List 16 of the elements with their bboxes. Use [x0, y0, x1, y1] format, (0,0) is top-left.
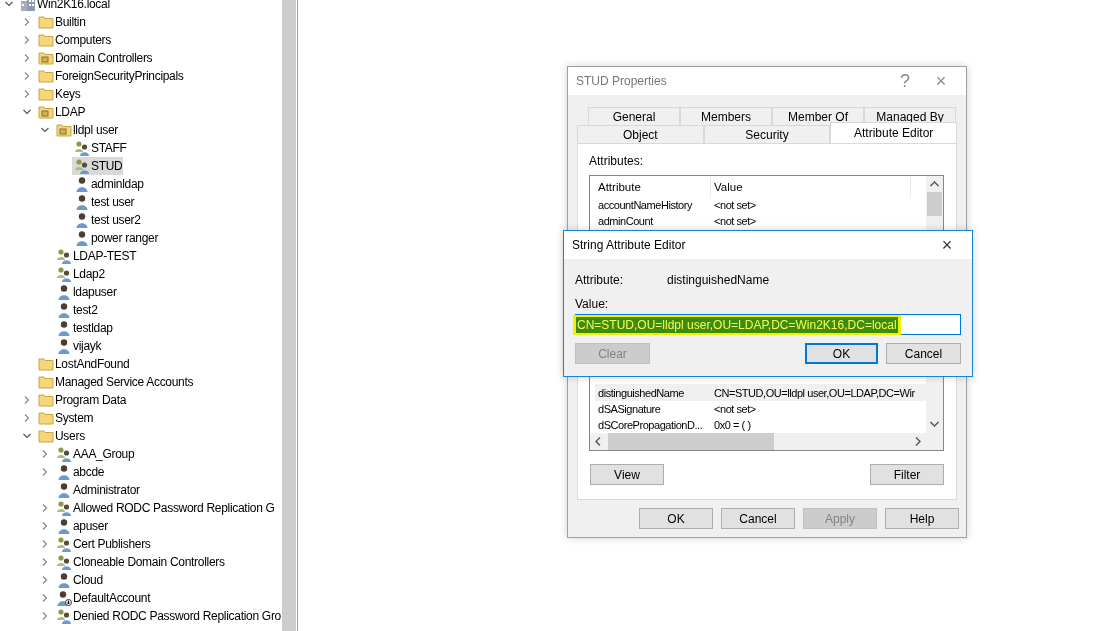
window-title: String Attribute Editor	[572, 238, 687, 252]
attribute-name: distinguishedName	[597, 386, 685, 399]
attribute-value: <not set>	[713, 199, 757, 212]
attribute-name: dSASignature	[597, 402, 662, 415]
attribute-value: 0x0 = ( )	[713, 418, 752, 431]
attribute-label: Attribute:	[575, 273, 625, 287]
attribute-name: adminCount	[597, 215, 655, 228]
attribute-value: <not set>	[713, 402, 757, 415]
attribute-name: accountNameHistory	[597, 199, 694, 212]
value-label: Value:	[575, 297, 610, 311]
attribute-value: <not set>	[713, 215, 757, 228]
attribute-value: CN=STUD,OU=lldpl user,OU=LDAP,DC=Wir	[713, 386, 916, 399]
attributes-label: Attributes:	[589, 154, 645, 168]
attribute-name: dSCorePropagationD...	[597, 418, 704, 431]
attribute-name: distinguishedName	[667, 273, 770, 287]
window-title: STUD Properties	[576, 74, 668, 88]
